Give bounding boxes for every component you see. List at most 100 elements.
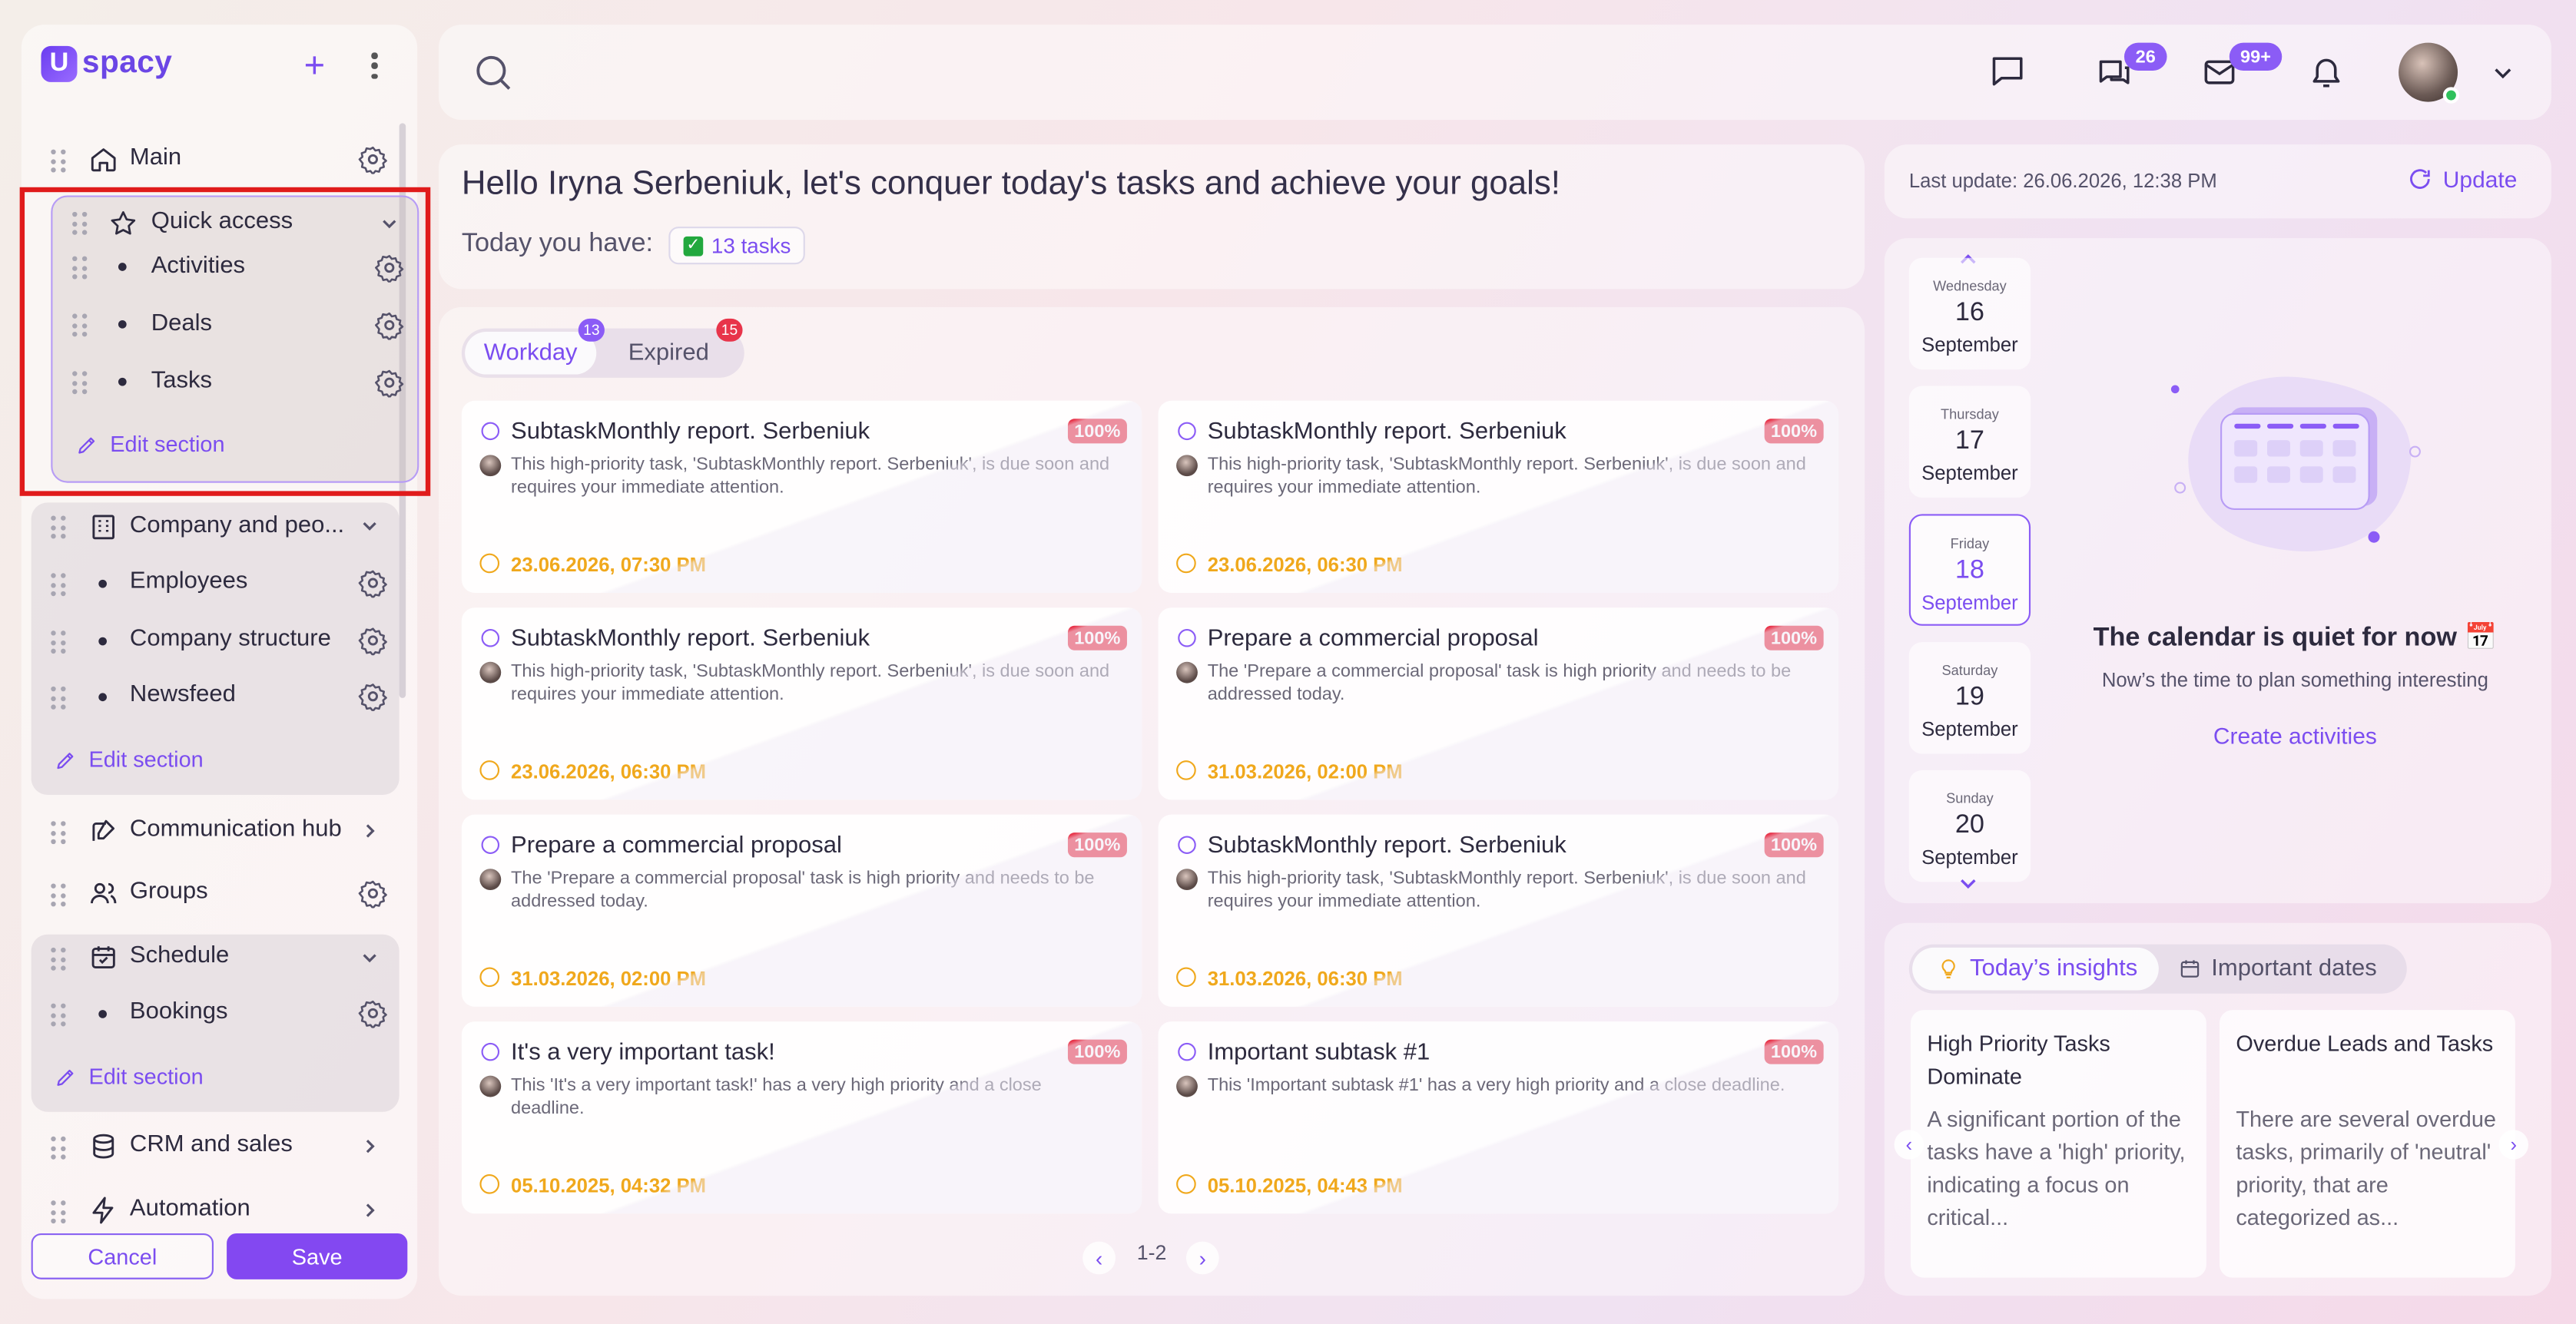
edit-section-link[interactable]: Edit section bbox=[55, 747, 204, 772]
drag-handle-icon[interactable] bbox=[51, 573, 67, 597]
sidebar-item-schedule[interactable]: Schedule bbox=[130, 942, 229, 968]
tasks-count-pill[interactable]: ✓ 13 tasks bbox=[668, 227, 806, 265]
calendar-panel: Wednesday 16 September Thursday 17 September F… bbox=[1884, 238, 2551, 904]
task-card[interactable]: SubtaskMonthly report. Serbeniuk 100% This… bbox=[1158, 814, 1838, 1007]
sidebar-item-bookings[interactable]: Bookings bbox=[130, 998, 228, 1024]
task-card[interactable]: SubtaskMonthly report. Serbeniuk 100% This… bbox=[461, 400, 1142, 593]
insights-next-button[interactable]: › bbox=[2498, 1130, 2528, 1160]
sidebar-item-main[interactable]: Main bbox=[130, 144, 181, 170]
today-label: Today you have: bbox=[461, 230, 654, 258]
tab-expired[interactable]: Expired bbox=[609, 332, 728, 375]
clock-icon bbox=[479, 967, 500, 988]
sidebar-item-automation[interactable]: Automation bbox=[130, 1196, 250, 1222]
sidebar-item-crm[interactable]: CRM and sales bbox=[130, 1131, 293, 1157]
task-description: This high-priority task, 'SubtaskMonthly… bbox=[511, 455, 1110, 498]
task-card[interactable]: Prepare a commercial proposal 100% The 'Pr… bbox=[461, 814, 1142, 1007]
insights-panel: Today’s insights Important dates High Pr… bbox=[1884, 922, 2551, 1296]
task-assignee-avatar bbox=[479, 455, 502, 477]
task-card[interactable]: SubtaskMonthly report. Serbeniuk 100% This… bbox=[1158, 400, 1838, 593]
edit-section-link[interactable]: Edit section bbox=[55, 1064, 204, 1089]
task-description: This high-priority task, 'SubtaskMonthly… bbox=[511, 661, 1110, 705]
sidebar-item-groups[interactable]: Groups bbox=[130, 879, 208, 905]
tab-workday[interactable]: Workday bbox=[465, 331, 597, 375]
task-card[interactable]: SubtaskMonthly report. Serbeniuk 100% This… bbox=[461, 607, 1142, 800]
chevron-down-icon[interactable] bbox=[2492, 62, 2514, 84]
sidebar-item-employees[interactable]: Employees bbox=[130, 568, 247, 594]
gear-icon[interactable] bbox=[358, 568, 387, 598]
task-assignee-avatar bbox=[479, 1075, 502, 1097]
task-card[interactable]: Important subtask #1 100% This 'Important … bbox=[1158, 1021, 1838, 1214]
drag-handle-icon[interactable] bbox=[51, 1136, 67, 1160]
insights-tabs: Today’s insights Important dates bbox=[1908, 944, 2407, 994]
gear-icon[interactable] bbox=[358, 144, 387, 174]
task-assignee-avatar bbox=[1176, 869, 1198, 891]
task-percent-badge: 100% bbox=[1067, 1039, 1127, 1064]
day-month: September bbox=[1921, 717, 2018, 741]
gear-icon[interactable] bbox=[358, 681, 387, 711]
edit-section-label: Edit section bbox=[88, 746, 204, 773]
sidebar-item-company-structure[interactable]: Company structure bbox=[130, 626, 331, 652]
sidebar-item-company[interactable]: Company and peo... bbox=[130, 512, 344, 538]
insights-prev-button[interactable]: ‹ bbox=[1894, 1130, 1925, 1160]
app-logo[interactable]: U spacy bbox=[41, 45, 172, 82]
sidebar-item-communication-hub[interactable]: Communication hub bbox=[130, 816, 342, 842]
task-description: The 'Prepare a commercial proposal' task… bbox=[1207, 661, 1792, 705]
message-icon[interactable] bbox=[1990, 52, 2026, 88]
tab-todays-insights[interactable]: Today’s insights bbox=[1912, 947, 2159, 991]
calendar-day[interactable]: Thursday 17 September bbox=[1908, 386, 2031, 498]
gear-icon[interactable] bbox=[358, 879, 387, 909]
task-check-icon bbox=[481, 422, 500, 441]
task-check-icon bbox=[481, 1042, 500, 1061]
sidebar-item-newsfeed[interactable]: Newsfeed bbox=[130, 681, 236, 707]
online-status-dot bbox=[2442, 87, 2460, 104]
drag-handle-icon[interactable] bbox=[51, 515, 67, 539]
task-description: This high-priority task, 'SubtaskMonthly… bbox=[1207, 455, 1806, 498]
drag-handle-icon[interactable] bbox=[51, 1200, 67, 1224]
chevron-down-icon[interactable] bbox=[360, 948, 380, 968]
gear-icon[interactable] bbox=[358, 998, 387, 1028]
chevron-right-icon[interactable] bbox=[360, 821, 380, 841]
task-card[interactable]: It's a very important task! 100% This 'It'… bbox=[461, 1021, 1142, 1214]
drag-handle-icon[interactable] bbox=[51, 947, 67, 971]
create-activities-link[interactable]: Create activities bbox=[2049, 723, 2542, 749]
task-percent-badge: 100% bbox=[1764, 419, 1824, 444]
insight-card[interactable]: Overdue Leads and Tasks There are severa… bbox=[2219, 1010, 2515, 1278]
tab-important-dates[interactable]: Important dates bbox=[2179, 948, 2377, 991]
more-vertical-icon[interactable] bbox=[365, 49, 385, 82]
task-card[interactable]: Prepare a commercial proposal 100% The 'Pr… bbox=[1158, 607, 1838, 800]
save-button[interactable]: Save bbox=[227, 1233, 408, 1279]
calendar-day[interactable]: Sunday 20 September bbox=[1908, 770, 2031, 882]
prev-page-button[interactable]: ‹ bbox=[1082, 1241, 1116, 1275]
drag-handle-icon[interactable] bbox=[51, 883, 67, 907]
search-icon[interactable] bbox=[473, 52, 512, 91]
drag-handle-icon[interactable] bbox=[51, 821, 67, 845]
bell-icon[interactable] bbox=[2308, 55, 2344, 91]
gear-icon[interactable] bbox=[358, 626, 387, 656]
calendar-day[interactable]: Friday 18 September bbox=[1908, 514, 2031, 626]
last-update-panel: Last update: 26.06.2026, 12:38 PM Update bbox=[1884, 144, 2551, 219]
calendar-day[interactable]: Saturday 19 September bbox=[1908, 642, 2031, 754]
cancel-button[interactable]: Cancel bbox=[31, 1233, 214, 1279]
chevron-right-icon[interactable] bbox=[360, 1200, 380, 1220]
task-check-icon bbox=[1178, 422, 1196, 441]
day-number: 17 bbox=[1954, 426, 1984, 455]
chevron-down-icon[interactable] bbox=[360, 515, 380, 535]
drag-handle-icon[interactable] bbox=[51, 1003, 67, 1027]
chevron-down-icon[interactable] bbox=[1958, 874, 1978, 894]
workday-badge: 13 bbox=[578, 318, 605, 342]
insight-card[interactable]: High Priority Tasks Dominate A significa… bbox=[1910, 1010, 2206, 1278]
next-page-button[interactable]: › bbox=[1185, 1241, 1219, 1275]
database-icon bbox=[93, 1134, 114, 1159]
drag-handle-icon[interactable] bbox=[51, 149, 67, 173]
lightbulb-icon bbox=[1941, 959, 1955, 979]
calendar-day[interactable]: Wednesday 16 September bbox=[1908, 257, 2031, 370]
drag-handle-icon[interactable] bbox=[51, 631, 67, 654]
app: U spacy + Main Quick access Activities D… bbox=[0, 0, 2576, 1324]
edit-section-label: Edit section bbox=[88, 1064, 204, 1089]
update-button[interactable]: Update bbox=[2407, 166, 2517, 192]
communication-icon bbox=[92, 819, 114, 841]
chevron-right-icon[interactable] bbox=[360, 1137, 380, 1157]
drag-handle-icon[interactable] bbox=[51, 686, 67, 710]
bullet bbox=[98, 693, 107, 702]
add-icon[interactable]: + bbox=[304, 47, 325, 83]
